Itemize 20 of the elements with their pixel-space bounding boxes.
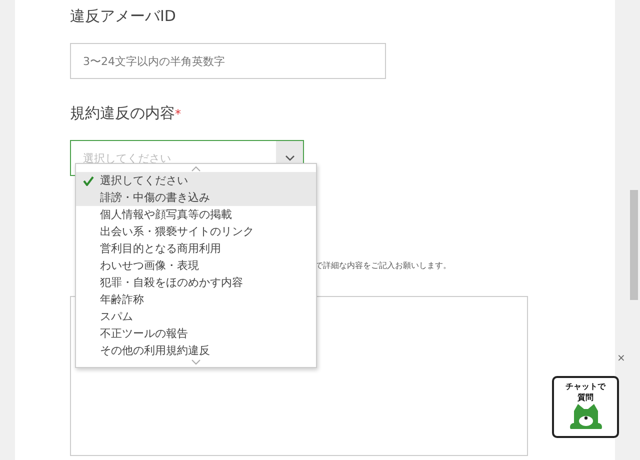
dropdown-option[interactable]: 選択してください xyxy=(76,172,316,189)
dropdown-option[interactable]: 不正ツールの報告 xyxy=(76,325,316,342)
dropdown-option[interactable]: 犯罪・自殺をほのめかす内容 xyxy=(76,274,316,291)
dropdown-option[interactable]: 出会い系・猥褻サイトのリンク xyxy=(76,223,316,240)
dog-icon xyxy=(568,403,604,429)
chat-button[interactable]: チャットで 質問 xyxy=(552,376,619,438)
field-label: 規約違反の内容* xyxy=(70,103,182,123)
dropdown-option[interactable]: スパム xyxy=(76,308,316,325)
dropdown-option[interactable]: 個人情報や顔写真等の掲載 xyxy=(76,206,316,223)
field-label: 違反アメーバID xyxy=(70,6,177,26)
dropdown-option[interactable]: 営利目的となる商用利用 xyxy=(76,240,316,257)
scroll-down-icon[interactable] xyxy=(191,359,201,365)
dropdown-option[interactable]: 誹謗・中傷の書き込み xyxy=(76,189,316,206)
caret-icon xyxy=(284,155,294,161)
scroll-up-icon[interactable] xyxy=(191,166,201,172)
dropdown-option[interactable]: 年齢詐称 xyxy=(76,291,316,308)
close-button[interactable]: × xyxy=(617,353,626,364)
dropdown-option[interactable]: わいせつ画像・表現 xyxy=(76,257,316,274)
dropdown-option[interactable]: その他の利用規約違反 xyxy=(76,342,316,359)
id-input-field[interactable]: 3〜24文字以内の半角英数字 xyxy=(70,43,386,79)
